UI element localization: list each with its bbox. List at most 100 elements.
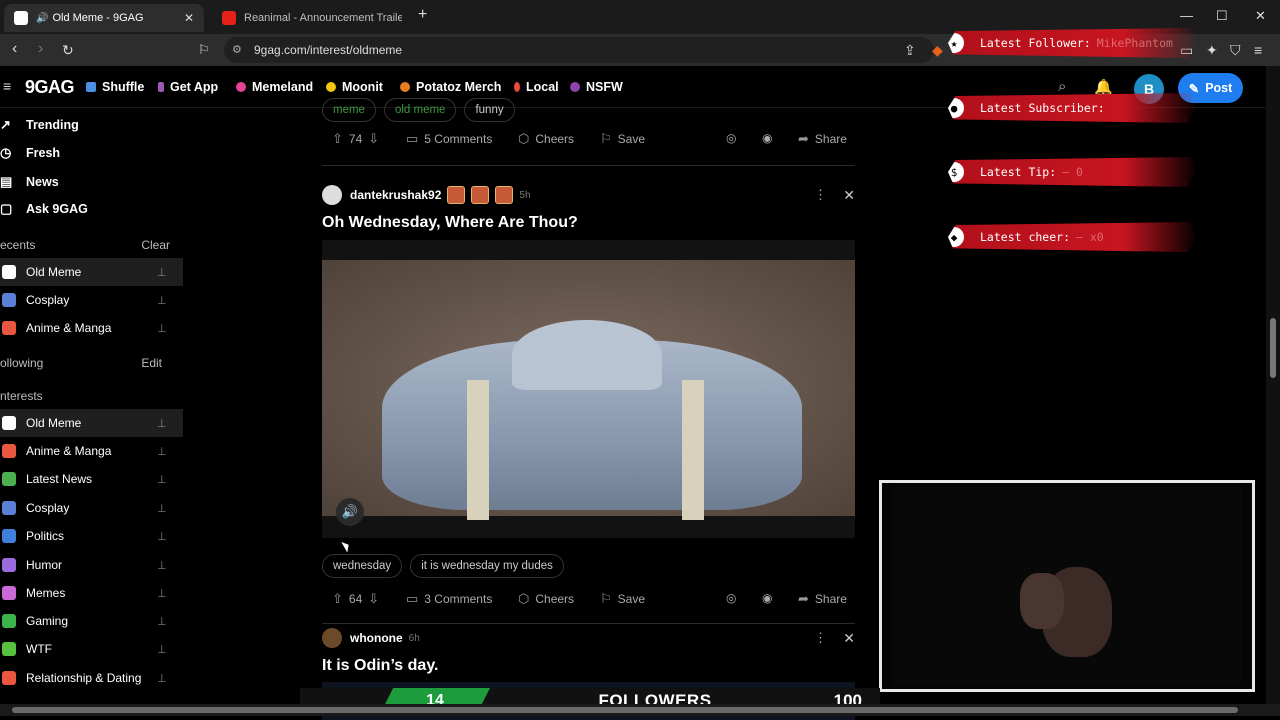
pin-icon[interactable]: ⊥ (157, 643, 183, 656)
pin-icon[interactable]: ⊥ (157, 322, 183, 335)
close-window-icon[interactable]: ✕ (1255, 8, 1266, 24)
back-icon[interactable]: ‹ (12, 40, 17, 58)
downvote-icon[interactable]: ⇩ (368, 131, 379, 147)
interest-latest-news[interactable]: Latest News ⊥ (0, 465, 183, 493)
upvote-icon[interactable]: ⇧ (332, 591, 343, 607)
whatsapp-icon[interactable]: ◎ (726, 591, 736, 605)
interest-politics[interactable]: Politics ⊥ (0, 522, 183, 550)
pin-icon[interactable]: ⊥ (157, 587, 183, 600)
reload-icon[interactable]: ↻ (62, 42, 74, 59)
close-post-icon[interactable]: ✕ (843, 187, 855, 204)
share-page-icon[interactable]: ⇪ (904, 42, 916, 59)
nav-memeland[interactable]: Memeland (236, 80, 313, 94)
pin-icon[interactable]: ⊥ (157, 473, 183, 486)
whatsapp-icon[interactable]: ◎ (726, 131, 736, 145)
save-button[interactable]: ⚐ Save (600, 591, 645, 607)
nav-local[interactable]: Local (514, 80, 559, 94)
new-tab-icon[interactable]: + (418, 6, 427, 24)
browser-menu-icon[interactable]: ≡ (1254, 42, 1262, 58)
nav-nsfw[interactable]: NSFW (570, 80, 623, 94)
downvote-icon[interactable]: ⇩ (368, 591, 379, 607)
interest-gaming[interactable]: Gaming ⊥ (0, 607, 183, 635)
tag-chip[interactable]: meme (322, 98, 376, 122)
minimize-icon[interactable]: — (1180, 8, 1193, 23)
notification-bell-icon[interactable]: 🔔 (1094, 78, 1113, 96)
pin-icon[interactable]: ⊥ (157, 445, 183, 458)
pin-icon[interactable]: ⊥ (157, 417, 183, 430)
scroll-thumb[interactable] (12, 707, 1238, 713)
user-avatar[interactable] (322, 628, 342, 648)
interest-relationship-dating[interactable]: Relationship & Dating ⊥ (0, 664, 183, 692)
post-video[interactable]: 🔊 (322, 240, 855, 538)
upvote-group: ⇧ 74 ⇩ (332, 131, 379, 147)
hamburger-icon[interactable]: ≡ (3, 78, 11, 94)
interest-old-meme[interactable]: Old Meme ⊥ (0, 409, 183, 437)
horizontal-scrollbar[interactable] (0, 704, 1280, 716)
pin-icon[interactable]: ⊥ (157, 615, 183, 628)
maximize-icon[interactable]: ☐ (1216, 8, 1228, 24)
more-options-icon[interactable]: ⋮ (814, 630, 827, 646)
tab-reanimal[interactable]: Reanimal - Announcement Trailer | PS (212, 4, 412, 32)
pin-icon[interactable]: ⊥ (157, 559, 183, 572)
post-username[interactable]: dantekrushak92 (350, 188, 441, 202)
leo-ai-icon[interactable]: ✦ (1206, 42, 1218, 59)
tag-chip[interactable]: funny (464, 98, 515, 122)
cheers-button[interactable]: ⬡ Cheers (518, 131, 574, 147)
interest-anime-manga[interactable]: Anime & Manga ⊥ (0, 437, 183, 465)
upvote-icon[interactable]: ⇧ (332, 131, 343, 147)
cheers-button[interactable]: ⬡ Cheers (518, 591, 574, 607)
pin-icon[interactable]: ⊥ (157, 502, 183, 515)
close-tab-icon[interactable]: ✕ (184, 11, 194, 25)
tag-chip[interactable]: old meme (383, 98, 457, 122)
post-title[interactable]: Oh Wednesday, Where Are Thou? (322, 214, 578, 232)
pin-icon[interactable]: ⊥ (157, 266, 183, 279)
tag-chip[interactable]: it is wednesday my dudes (410, 554, 564, 578)
sidebar-trending[interactable]: ↗ Trending (0, 113, 79, 137)
interest-cosplay[interactable]: Cosplay ⊥ (0, 494, 183, 522)
pin-icon[interactable]: ⊥ (157, 530, 183, 543)
forward-icon[interactable]: › (38, 40, 43, 58)
speaker-icon[interactable]: 🔊 (36, 13, 48, 24)
more-options-icon[interactable]: ⋮ (814, 187, 827, 203)
comments-button[interactable]: ▭ 5 Comments (406, 131, 492, 147)
bookmark-icon[interactable]: ⚐ (198, 42, 210, 58)
post-username[interactable]: whonone (350, 631, 403, 645)
messenger-icon[interactable]: ◉ (762, 591, 772, 605)
user-avatar[interactable] (322, 185, 342, 205)
nav-get-app[interactable]: Get App (158, 80, 218, 94)
vpn-icon[interactable]: ⛉ (1230, 42, 1241, 59)
nav-shuffle[interactable]: Shuffle (86, 80, 144, 94)
pin-icon[interactable]: ⊥ (157, 672, 183, 685)
share-button[interactable]: ➦ Share (798, 591, 847, 607)
recent-anime-manga[interactable]: Anime & Manga ⊥ (0, 314, 183, 342)
scroll-thumb[interactable] (1270, 318, 1276, 378)
sidebar-fresh[interactable]: ◷ Fresh (0, 141, 60, 165)
vertical-scrollbar[interactable] (1266, 66, 1280, 704)
messenger-icon[interactable]: ◉ (762, 131, 772, 145)
pin-icon[interactable]: ⊥ (157, 294, 183, 307)
search-icon[interactable]: ⌕ (1058, 78, 1066, 95)
close-post-icon[interactable]: ✕ (843, 630, 855, 647)
interest-wtf[interactable]: WTF ⊥ (0, 635, 183, 663)
site-settings-icon[interactable]: ⚙ (232, 43, 242, 56)
share-button[interactable]: ➦ Share (798, 131, 847, 147)
nav-moonit[interactable]: Moonit (326, 80, 383, 94)
clear-recents-button[interactable]: Clear (141, 238, 170, 252)
sidebar-ask-9gag[interactable]: ▢ Ask 9GAG (0, 197, 88, 221)
9gag-logo[interactable]: 9GAG (25, 77, 75, 98)
nav-potatoz-merch[interactable]: Potatoz Merch (400, 80, 501, 94)
volume-icon[interactable]: 🔊 (336, 498, 364, 526)
recent-old-meme[interactable]: Old Meme ⊥ (0, 258, 183, 286)
brave-shield-icon[interactable]: ◆ (932, 42, 943, 59)
url-field[interactable]: 9gag.com/interest/oldmeme (224, 37, 934, 63)
tag-chip[interactable]: wednesday (322, 554, 403, 578)
interest-humor[interactable]: Humor ⊥ (0, 551, 183, 579)
save-button[interactable]: ⚐ Save (600, 131, 645, 147)
post-title[interactable]: It is Odin’s day. (322, 657, 438, 675)
sidebar-news[interactable]: ▤ News (0, 170, 59, 194)
recent-cosplay[interactable]: Cosplay ⊥ (0, 286, 183, 314)
tab-old-meme[interactable]: 🔊 Old Meme - 9GAG ✕ (4, 4, 204, 32)
comments-button[interactable]: ▭ 3 Comments (406, 591, 492, 607)
edit-following-button[interactable]: Edit (141, 356, 162, 370)
interest-memes[interactable]: Memes ⊥ (0, 579, 183, 607)
